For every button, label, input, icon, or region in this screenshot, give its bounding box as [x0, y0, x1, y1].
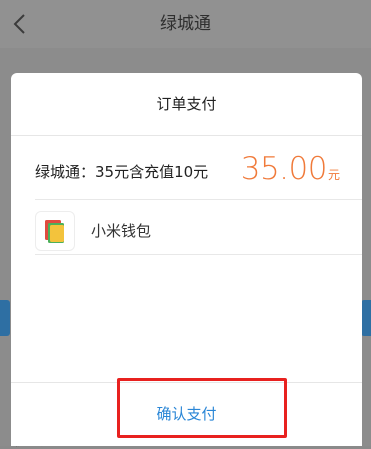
amount-currency: 元: [327, 168, 340, 182]
divider: [35, 199, 362, 200]
background-blue-strip-right: [361, 300, 371, 336]
payment-method-label[interactable]: 小米钱包: [91, 220, 151, 241]
payment-dialog: 订单支付 绿城通：35元含充值10元 35.00元 小米钱包 确认支付: [11, 73, 362, 446]
divider: [11, 135, 362, 136]
order-amount: 35.00元: [241, 151, 340, 187]
background-blue-strip-left: [0, 300, 10, 336]
order-description: 绿城通：35元含充值10元: [35, 163, 209, 181]
confirm-payment-button[interactable]: 确认支付: [11, 383, 362, 446]
mi-wallet-icon: [36, 212, 74, 250]
page-title: 绿城通: [160, 14, 211, 34]
divider: [35, 254, 362, 255]
amount-value: 35.00: [240, 151, 328, 187]
dialog-title: 订单支付: [156, 95, 217, 113]
